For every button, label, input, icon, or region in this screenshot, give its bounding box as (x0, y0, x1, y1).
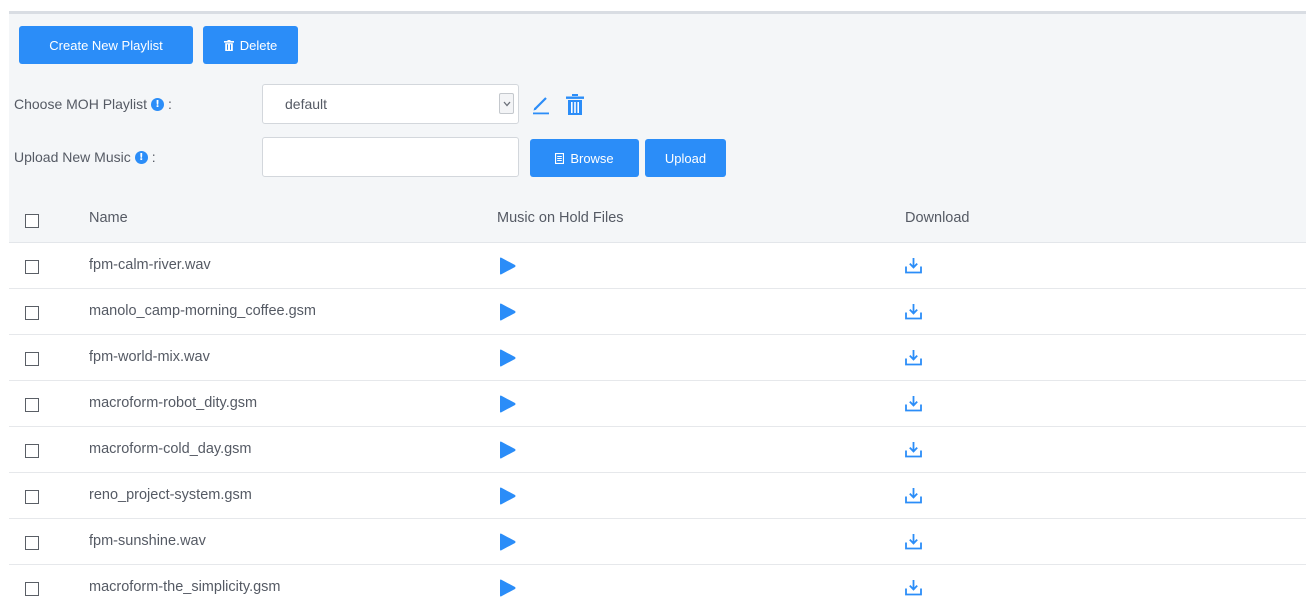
row-checkbox[interactable] (25, 444, 39, 458)
browse-label: Browse (570, 150, 614, 166)
delete-label: Delete (239, 37, 278, 53)
row-checkbox[interactable] (25, 352, 39, 366)
file-name: manolo_camp-morning_coffee.gsm (89, 303, 317, 319)
play-icon[interactable] (499, 303, 516, 324)
table-row: manolo_camp-morning_coffee.gsm (9, 289, 1306, 335)
row-checkbox[interactable] (25, 260, 39, 274)
table-header: Name Music on Hold Files Download (9, 197, 1306, 243)
play-icon[interactable] (499, 487, 516, 508)
file-name: macroform-the_simplicity.gsm (89, 579, 281, 595)
row-checkbox[interactable] (25, 536, 39, 550)
play-icon[interactable] (499, 441, 516, 462)
table-row: fpm-sunshine.wav (9, 519, 1306, 565)
chevron-down-icon[interactable] (499, 93, 514, 114)
table-row: macroform-robot_dity.gsm (9, 381, 1306, 427)
trash-icon[interactable] (566, 94, 584, 118)
play-icon[interactable] (499, 395, 516, 416)
upload-file-field[interactable] (262, 137, 519, 177)
upload-button[interactable]: Upload (645, 139, 726, 177)
file-name: macroform-robot_dity.gsm (89, 395, 258, 411)
download-icon[interactable] (905, 487, 922, 507)
download-icon[interactable] (905, 349, 922, 369)
upload-label: Upload (664, 150, 707, 166)
download-icon[interactable] (905, 303, 922, 323)
upload-music-label-group: Upload New Music ! : (14, 149, 156, 165)
pencil-icon[interactable] (531, 95, 551, 118)
file-name: macroform-cold_day.gsm (89, 441, 252, 457)
column-header-moh-files[interactable]: Music on Hold Files (497, 210, 624, 226)
table-row: reno_project-system.gsm (9, 473, 1306, 519)
row-checkbox[interactable] (25, 306, 39, 320)
download-icon[interactable] (905, 579, 922, 599)
table-row: fpm-calm-river.wav (9, 243, 1306, 289)
upload-music-label: Upload New Music (14, 149, 131, 165)
play-icon[interactable] (499, 257, 516, 278)
label-colon: : (151, 149, 156, 165)
play-icon[interactable] (499, 579, 516, 600)
table-row: macroform-the_simplicity.gsm (9, 565, 1306, 611)
label-colon: : (168, 96, 172, 112)
table-body: fpm-calm-river.wav manolo_camp-morning_c… (9, 243, 1306, 604)
play-icon[interactable] (499, 533, 516, 554)
moh-playlist-select[interactable]: default (262, 84, 519, 124)
column-header-download[interactable]: Download (905, 210, 970, 226)
download-icon[interactable] (905, 441, 922, 461)
file-name: fpm-sunshine.wav (89, 533, 206, 549)
moh-playlist-label: Choose MOH Playlist (14, 96, 148, 112)
column-header-name[interactable]: Name (89, 210, 128, 226)
download-icon[interactable] (905, 257, 922, 277)
file-icon (555, 152, 565, 164)
file-name: fpm-world-mix.wav (89, 349, 210, 365)
table-row: macroform-cold_day.gsm (9, 427, 1306, 473)
moh-playlist-value: default (285, 96, 328, 112)
play-icon[interactable] (499, 349, 516, 370)
row-checkbox[interactable] (25, 398, 39, 412)
delete-button[interactable]: Delete (203, 26, 298, 64)
download-icon[interactable] (905, 395, 922, 415)
row-checkbox[interactable] (25, 582, 39, 596)
create-playlist-button[interactable]: Create New Playlist (19, 26, 193, 64)
file-name: reno_project-system.gsm (89, 487, 252, 503)
create-playlist-label: Create New Playlist (49, 37, 163, 53)
browse-button[interactable]: Browse (530, 139, 639, 177)
row-checkbox[interactable] (25, 490, 39, 504)
select-all-checkbox[interactable] (25, 214, 39, 228)
table-row: fpm-world-mix.wav (9, 335, 1306, 381)
file-name: fpm-calm-river.wav (89, 257, 211, 273)
info-icon[interactable]: ! (134, 150, 148, 164)
moh-playlist-label-group: Choose MOH Playlist ! : (14, 96, 172, 112)
info-icon[interactable]: ! (151, 97, 165, 111)
trash-icon (223, 39, 234, 51)
download-icon[interactable] (905, 533, 922, 553)
